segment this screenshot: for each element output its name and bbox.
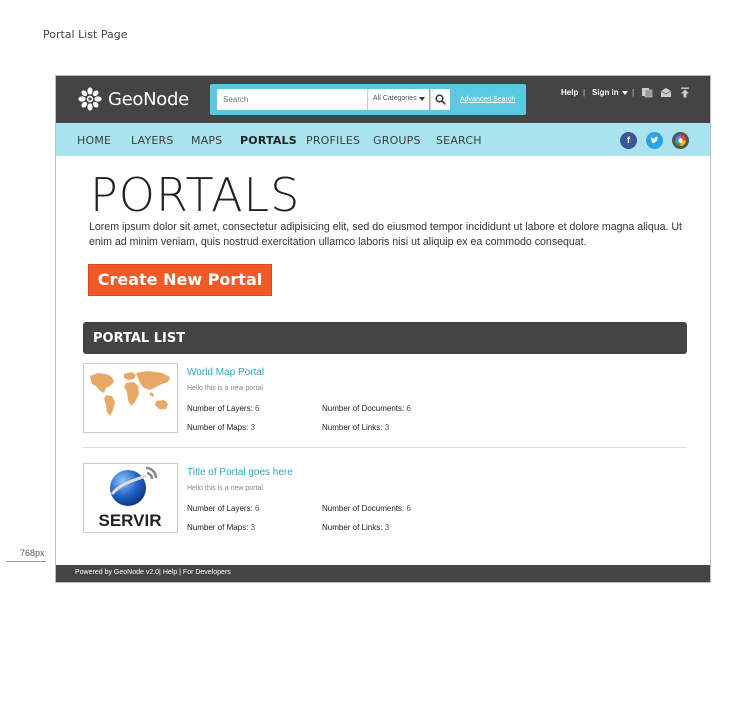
inbox-icon[interactable]	[660, 87, 672, 98]
search-icon	[435, 94, 446, 105]
portal-list-header: PORTAL LIST	[83, 322, 687, 354]
category-select-label: All Categories	[373, 95, 417, 102]
stat-label: Number of Maps:	[187, 523, 249, 532]
page-title: PORTALS	[90, 168, 301, 222]
portal-maps-count: Number of Maps: 3	[187, 423, 255, 432]
search-button[interactable]	[430, 89, 450, 110]
nav-item-maps[interactable]: MAPS	[191, 134, 222, 147]
nav-item-profiles[interactable]: PROFILES	[306, 134, 360, 147]
portal-description: Hello this is a new portal	[187, 385, 263, 392]
stat-value: 3	[250, 523, 256, 532]
nav-item-search[interactable]: SEARCH	[436, 134, 482, 147]
portal-layers-count: Number of Layers: 6	[187, 404, 260, 413]
portal-documents-count: Number of Documents: 6	[322, 504, 411, 513]
separator: |	[632, 88, 635, 97]
twitter-icon[interactable]	[646, 132, 663, 149]
create-portal-button[interactable]: Create New Portal	[88, 264, 272, 296]
stat-label: Number of Layers:	[187, 504, 253, 513]
help-link[interactable]: Help	[561, 88, 578, 97]
search-bar: All Categories Advanced Search	[210, 84, 526, 115]
advanced-search-link[interactable]: Advanced Search	[460, 96, 515, 103]
logo-text: GeoNode	[108, 88, 189, 110]
portal-thumbnail[interactable]: SERVIR	[83, 463, 178, 533]
stat-value: 3	[384, 523, 390, 532]
portal-links-count: Number of Links: 3	[322, 423, 389, 432]
nav-item-home[interactable]: HOME	[77, 134, 111, 147]
intro-text: Lorem ipsum dolor sit amet, consectetur …	[89, 221, 682, 248]
nav-item-portals[interactable]: PORTALS	[240, 134, 297, 147]
footer: Powered by GeoNode v2.0| Help | For Deve…	[56, 565, 710, 582]
logo[interactable]: GeoNode	[77, 87, 189, 111]
nav-item-layers[interactable]: LAYERS	[131, 134, 174, 147]
portal-list-title: PORTAL LIST	[93, 331, 186, 346]
stat-label: Number of Maps:	[187, 423, 249, 432]
color-wheel-icon	[675, 135, 686, 146]
chevron-down-icon	[419, 97, 425, 101]
servir-logo-text: SERVIR	[99, 511, 162, 530]
portal-links-count: Number of Links: 3	[322, 523, 389, 532]
stat-label: Number of Links:	[322, 523, 383, 532]
portal-documents-count: Number of Documents: 6	[322, 404, 411, 413]
google-icon[interactable]	[672, 132, 689, 149]
sign-in-link[interactable]: Sign in	[592, 88, 619, 97]
main-nav: HOME LAYERS MAPS PORTALS PROFILES GROUPS…	[56, 123, 710, 156]
stat-value: 6	[406, 404, 411, 413]
upload-icon[interactable]	[679, 87, 691, 98]
portal-title-link[interactable]: World Map Portal	[187, 367, 264, 378]
width-marker-line	[6, 561, 46, 562]
nav-item-groups[interactable]: GROUPS	[373, 134, 421, 147]
browser-frame: GeoNode All Categories Advanced Search H…	[55, 75, 711, 583]
top-header: GeoNode All Categories Advanced Search H…	[56, 76, 710, 123]
stat-label: Number of Documents:	[322, 504, 405, 513]
stat-label: Number of Links:	[322, 423, 383, 432]
stat-value: 6	[255, 404, 260, 413]
stat-label: Number of Documents:	[322, 404, 405, 413]
stat-value: 6	[406, 504, 411, 513]
chevron-down-icon[interactable]	[622, 91, 628, 95]
stat-value: 6	[255, 504, 260, 513]
stat-label: Number of Layers:	[187, 404, 253, 413]
facebook-icon[interactable]: f	[620, 132, 637, 149]
footer-text: Powered by GeoNode v2.0| Help | For Deve…	[75, 569, 231, 576]
category-select[interactable]: All Categories	[367, 89, 429, 110]
stat-value: 3	[250, 423, 256, 432]
layers-icon[interactable]	[641, 87, 653, 98]
world-map-image	[90, 371, 170, 416]
separator: |	[583, 88, 586, 97]
page-label: Portal List Page	[43, 28, 128, 41]
portal-title-link[interactable]: Title of Portal goes here	[187, 467, 293, 478]
stat-value: 3	[384, 423, 390, 432]
portal-description: Hello this is a new portal	[187, 485, 263, 492]
divider	[83, 447, 687, 448]
portal-thumbnail[interactable]	[83, 363, 178, 433]
twitter-bird-icon	[650, 136, 659, 144]
width-label: 768px	[20, 548, 45, 558]
search-input[interactable]	[217, 89, 367, 110]
servir-logo-image: SERVIR	[99, 466, 162, 530]
portal-layers-count: Number of Layers: 6	[187, 504, 260, 513]
portal-maps-count: Number of Maps: 3	[187, 523, 255, 532]
geonode-flower-icon	[78, 87, 102, 111]
